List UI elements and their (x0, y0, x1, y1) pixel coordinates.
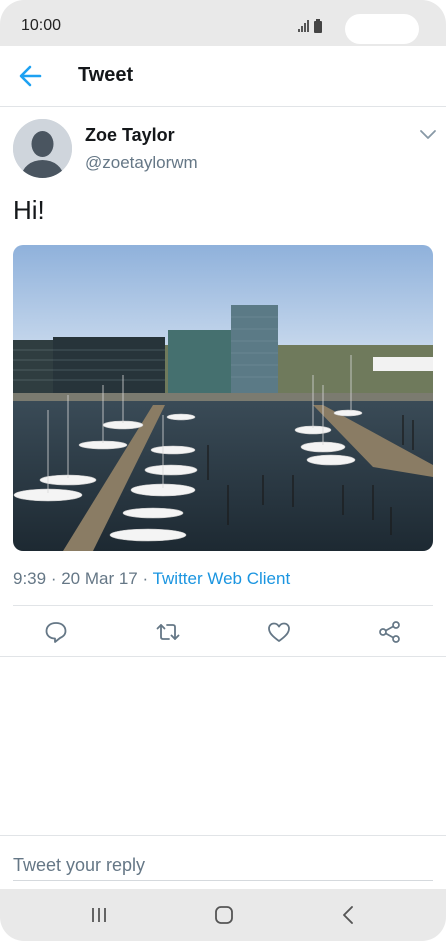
retweet-icon[interactable] (155, 619, 181, 645)
share-icon[interactable] (377, 619, 403, 645)
divider (0, 656, 446, 657)
recents-icon[interactable] (87, 904, 111, 926)
heart-icon[interactable] (266, 619, 292, 645)
reply-input[interactable] (13, 850, 433, 881)
tweet-text: Hi! (13, 195, 45, 225)
meta-separator: · (46, 569, 62, 588)
avatar[interactable] (13, 119, 72, 178)
reply-icon[interactable] (43, 619, 69, 645)
divider (0, 835, 446, 836)
tweet-detail-screen: 10:00 Tweet Zoe Taylor @zoetaylorwm Hi! (0, 0, 446, 941)
app-header: Tweet (0, 46, 446, 107)
author-name[interactable]: Zoe Taylor (85, 125, 175, 146)
tweet-time: 9:39 (13, 569, 47, 588)
page-title: Tweet (78, 64, 134, 86)
chevron-down-icon[interactable] (418, 127, 438, 143)
tweet-source-link[interactable]: Twitter Web Client (153, 569, 291, 588)
home-icon[interactable] (212, 904, 236, 926)
system-nav-bar (0, 889, 446, 941)
tweet-meta: 9:39 · 20 Mar 17 · Twitter Web Client (13, 569, 290, 589)
status-time: 10:00 (21, 17, 62, 34)
back-arrow-icon[interactable] (16, 62, 46, 90)
divider (13, 605, 433, 606)
signal-battery-icon (298, 19, 322, 33)
meta-separator: · (137, 569, 153, 588)
nav-back-icon[interactable] (337, 904, 361, 926)
status-bar: 10:00 (0, 0, 446, 46)
author-handle[interactable]: @zoetaylorwm (85, 153, 198, 173)
default-avatar-icon (13, 119, 72, 178)
camera-cutout (345, 14, 419, 44)
tweet-photo[interactable] (13, 245, 433, 551)
tweet-date: 20 Mar 17 (61, 569, 138, 588)
